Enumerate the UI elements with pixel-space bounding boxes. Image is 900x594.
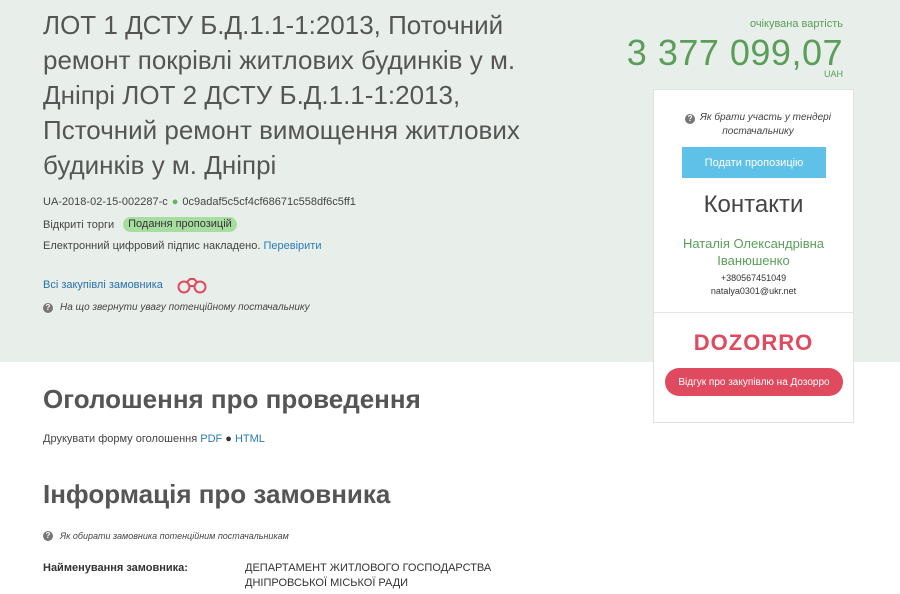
contact-phone: +380567451049	[720, 273, 787, 283]
print-html-link[interactable]: HTML	[235, 433, 265, 445]
binoculars-icon[interactable]	[176, 276, 208, 294]
participate-hint[interactable]: ? Як брати участь у тендері постачальнику	[668, 111, 848, 139]
attention-hint[interactable]: ? На що звернути увагу потенційному пост…	[43, 302, 310, 313]
participate-hint-text: Як брати участь у тендері постачальнику	[700, 112, 831, 137]
tender-title: ЛОТ 1 ДСТУ Б.Д.1.1-1:2013, Поточний ремо…	[43, 10, 520, 180]
contact-email: natalya0301@ukr.net	[710, 286, 797, 296]
submit-offer-button[interactable]: Подати пропозицію	[682, 147, 826, 178]
customer-hint[interactable]: ? Як обирати замовника потенційним поста…	[43, 531, 289, 541]
tender-ids: UA-2018-02-15-002287-c ● 0c9adaf5c5cf4cf68…	[43, 196, 356, 208]
verify-signature-link[interactable]: Перевірити	[263, 240, 321, 252]
separator-dot-icon: ●	[225, 433, 232, 445]
question-icon: ?	[685, 114, 696, 124]
signature-row: Електронний цифровий підпис накладено. П…	[43, 240, 321, 252]
price-currency: UAH	[823, 69, 843, 79]
print-pdf-link[interactable]: PDF	[200, 433, 222, 445]
question-icon: ?	[43, 302, 53, 313]
customer-info-title: Інформація про замовника	[43, 479, 391, 509]
dozorro-logo: DOZORRO	[693, 330, 814, 355]
status-badge: Подання пропозицій	[123, 217, 237, 232]
sidebar-panel: ? Як брати участь у тендері постачальнику…	[653, 89, 854, 423]
print-form-label: Друкувати форму оголошення	[43, 433, 198, 445]
signature-text: Електронний цифровий підпис накладено.	[43, 240, 261, 252]
price-label: очікувана вартість	[749, 18, 843, 30]
separator-dot-icon: ●	[171, 196, 179, 208]
contact-name: Наталія Олександрівна Іванюшенко	[682, 236, 825, 268]
customer-name-value: ДЕПАРТАМЕНТ ЖИТЛОВОГО ГОСПОДАРСТВА ДНІПР…	[245, 562, 492, 589]
announcement-title: Оголошення про проведення	[43, 384, 421, 414]
customer-hint-text: Як обирати замовника потенційним постача…	[60, 531, 289, 541]
procedure-row: Відкриті торги Подання пропозицій	[43, 217, 237, 232]
dozorro-review-button[interactable]: Відгук про закупівлю на Дозорро	[665, 368, 843, 396]
customer-name-label: Найменування замовника:	[43, 562, 188, 574]
tender-hash: 0c9adaf5c5cf4cf68671c558df6c5ff1	[182, 196, 356, 208]
contacts-title: Контакти	[703, 191, 804, 218]
question-icon: ?	[43, 531, 53, 541]
sidebar-divider	[654, 312, 853, 313]
attention-hint-text: На що звернути увагу потенційному постач…	[60, 302, 310, 313]
print-form-row: Друкувати форму оголошення PDF ● HTML	[43, 433, 265, 445]
price-value: 3 377 099,07	[626, 32, 843, 73]
all-purchases-row: Всі закупівлі замовника	[43, 276, 208, 294]
procedure-type: Відкриті торги	[43, 218, 115, 231]
tender-id: UA-2018-02-15-002287-c	[43, 196, 168, 208]
all-purchases-link[interactable]: Всі закупівлі замовника	[43, 279, 163, 291]
